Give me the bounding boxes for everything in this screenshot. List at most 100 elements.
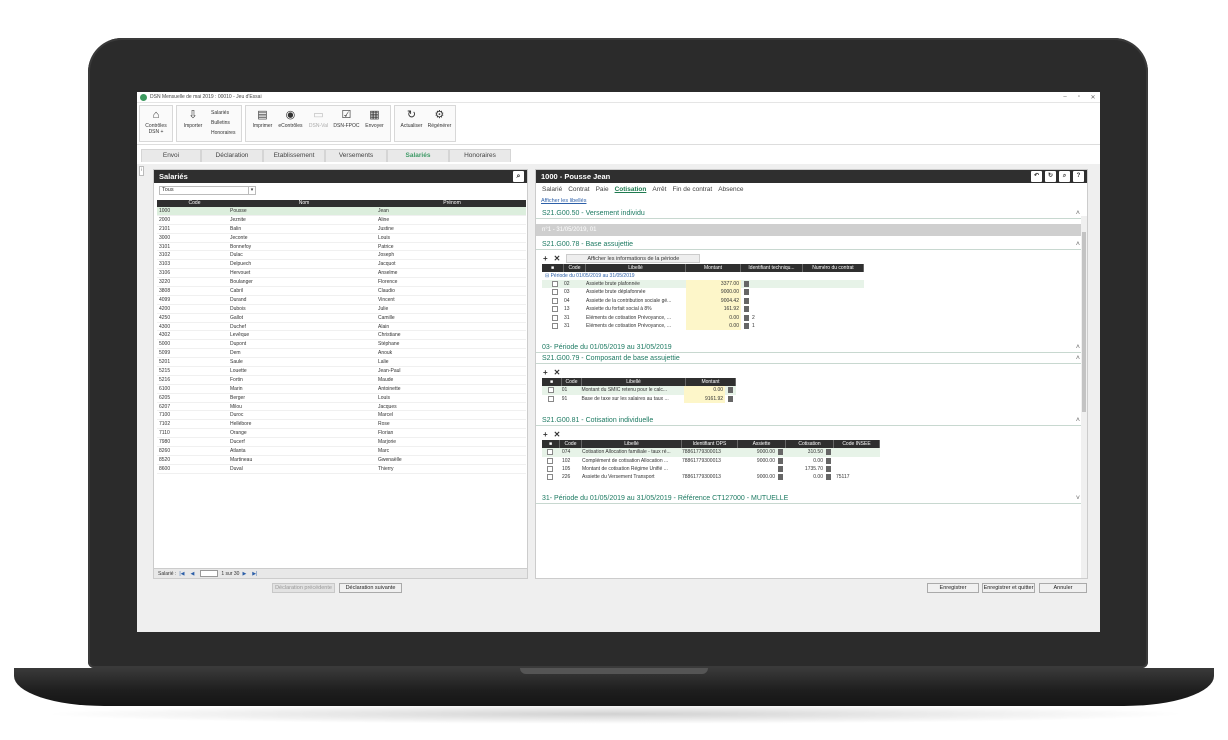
row-checkbox[interactable] xyxy=(552,289,558,296)
cancel-button[interactable]: Annuler xyxy=(1039,583,1087,593)
chevron-up-icon[interactable]: ˄ xyxy=(1076,208,1080,219)
table-row[interactable]: 31 Eléments de cotisation Prévoyance, ...… xyxy=(542,321,864,331)
side-toggle[interactable]: ⁝ xyxy=(139,166,144,176)
table-row[interactable]: 8260 Atlanta Marc xyxy=(157,447,526,456)
table-row[interactable]: 3103 Delpuech Jacquot xyxy=(157,260,526,270)
previous-declaration-button[interactable]: Déclaration précédente xyxy=(272,583,335,593)
tab-envoi[interactable]: Envoi xyxy=(141,149,201,162)
table-row[interactable]: 03 Assiette brute déplafonnée 9000.00 xyxy=(542,288,864,297)
col-prenom[interactable]: Prénom xyxy=(378,200,526,207)
row-checkbox[interactable] xyxy=(547,465,553,472)
subtab-salarie[interactable]: Salarié xyxy=(542,186,562,193)
subtab-contrat[interactable]: Contrat xyxy=(568,186,589,193)
table-row[interactable]: 074 Cotisation Allocation familiale - tau… xyxy=(542,448,880,457)
import-honoraires-item[interactable]: Honoraires xyxy=(211,128,235,138)
row-checkbox[interactable] xyxy=(552,322,558,329)
minimize-icon[interactable]: – xyxy=(1058,94,1072,101)
calculator-icon[interactable] xyxy=(728,387,733,394)
versement-selector[interactable]: n°1 - 31/05/2019, 01 xyxy=(536,224,1087,236)
table-row[interactable]: 6207 Milou Jacques xyxy=(157,403,526,412)
table-row[interactable]: 01 Montant du SMIC retenu pour le calc...… xyxy=(542,386,736,395)
employees-filter-select[interactable]: Tous ▾ xyxy=(159,186,256,195)
col-identifiant-ops[interactable]: Identifiant OPS xyxy=(682,440,738,449)
calculator-icon[interactable] xyxy=(826,449,831,456)
help-icon[interactable]: ? xyxy=(1073,171,1084,182)
dsnfpoc-button[interactable]: ☑ DSN-FPOC xyxy=(332,107,360,140)
controles-dsn-button[interactable]: ⌂ Contrôles DSN + xyxy=(142,107,170,140)
section-s79[interactable]: S21.G00.79 - Composant de base assujetti… xyxy=(536,353,1087,365)
tab-honoraires[interactable]: Honoraires xyxy=(449,149,511,162)
table-row[interactable]: 1000 Pousse Jean xyxy=(157,207,526,216)
econtroles-button[interactable]: ◉ eContrôles xyxy=(276,107,304,140)
importer-button[interactable]: ⇩ Importer xyxy=(179,107,207,140)
table-row[interactable]: 4302 Levêque Christiane xyxy=(157,331,526,341)
col-check[interactable]: ■ xyxy=(542,440,560,449)
table-row[interactable]: 4099 Durand Vincent xyxy=(157,296,526,305)
table-row[interactable]: 5099 Dem Anouk xyxy=(157,349,526,359)
prev-page-icon[interactable]: ◀ xyxy=(191,569,195,579)
table-row[interactable]: 7110 Orange Florian xyxy=(157,429,526,439)
subtab-fin-contrat[interactable]: Fin de contrat xyxy=(672,186,712,193)
table-row[interactable]: 3000 Jeconte Louis xyxy=(157,234,526,243)
calculator-icon[interactable] xyxy=(826,474,831,481)
table-row[interactable]: 7980 Ducerf Marjorie xyxy=(157,438,526,448)
detail-scrollbar[interactable] xyxy=(1081,216,1087,578)
tab-salaries[interactable]: Salariés xyxy=(387,149,449,162)
calculator-icon[interactable] xyxy=(744,289,749,296)
row-checkbox[interactable] xyxy=(547,474,553,481)
tab-declaration[interactable]: Déclaration xyxy=(201,149,263,162)
calculator-icon[interactable] xyxy=(826,457,831,464)
table-row[interactable]: 3102 Dulac Joseph xyxy=(157,251,526,261)
col-libelle[interactable]: Libellé xyxy=(586,264,686,272)
col-cotisation[interactable]: Cotisation xyxy=(786,440,834,449)
table-row[interactable]: 5000 Dupont Stéphane xyxy=(157,340,526,350)
first-page-icon[interactable]: |◀ xyxy=(179,569,184,579)
next-declaration-button[interactable]: Déclaration suivante xyxy=(339,583,402,593)
col-montant[interactable]: Montant xyxy=(686,264,741,272)
table-row[interactable]: 7102 Hellébore Rose xyxy=(157,420,526,430)
table-row[interactable]: 6100 Marin Antoinette xyxy=(157,385,526,394)
col-libelle[interactable]: Libellé xyxy=(582,440,682,449)
col-nom[interactable]: Nom xyxy=(230,200,378,207)
row-checkbox[interactable] xyxy=(548,395,554,402)
calculator-icon[interactable] xyxy=(778,465,783,472)
row-checkbox[interactable] xyxy=(547,449,553,456)
show-labels-link[interactable]: Afficher les libellés xyxy=(536,195,1087,208)
col-numero-contrat[interactable]: Numéro du contrat xyxy=(803,264,864,272)
col-check[interactable]: ■ xyxy=(542,378,562,387)
row-checkbox[interactable] xyxy=(552,297,558,304)
next-page-icon[interactable]: ▶ xyxy=(242,569,246,579)
search-icon[interactable]: ⌕ xyxy=(513,171,524,182)
delete-icon[interactable]: ✕ xyxy=(554,368,561,377)
col-code[interactable]: Code xyxy=(564,264,586,272)
row-checkbox[interactable] xyxy=(552,314,558,321)
add-icon[interactable]: + xyxy=(543,430,548,439)
table-row[interactable]: 02 Assiette brute plafonnée 3377.00 xyxy=(542,280,864,289)
table-row[interactable]: 4300 Duchef Alain xyxy=(157,323,526,332)
table-row[interactable]: 3106 Hervouet Anselme xyxy=(157,269,526,279)
maximize-icon[interactable]: ▫ xyxy=(1072,94,1086,101)
col-code[interactable]: Code xyxy=(560,440,582,449)
section-s03[interactable]: 03- Période du 01/05/2019 au 31/05/2019 … xyxy=(536,342,1087,354)
col-code-insee[interactable]: Code INSEE xyxy=(834,440,880,449)
save-quit-button[interactable]: Enregistrer et quitter xyxy=(982,583,1035,593)
table-row[interactable]: 31 Eléments de cotisation Prévoyance, ...… xyxy=(542,313,864,322)
table-row[interactable]: 5201 Saule Lalie xyxy=(157,358,526,368)
section-s50[interactable]: S21.G00.50 - Versement individu ˄ xyxy=(536,208,1087,219)
col-code[interactable]: Code xyxy=(157,200,230,207)
last-page-icon[interactable]: ▶| xyxy=(252,569,257,579)
delete-icon[interactable]: ✕ xyxy=(554,254,561,263)
envoyer-button[interactable]: ▦ Envoyer xyxy=(360,107,388,140)
regenerer-button[interactable]: ⚙ Régénérer xyxy=(425,107,453,140)
actualiser-button[interactable]: ↻ Actualiser xyxy=(397,107,425,140)
table-row[interactable]: 2000 Jeznite Aline xyxy=(157,216,526,225)
tab-versements[interactable]: Versements xyxy=(325,149,387,162)
table-row[interactable]: 6205 Berger Louis xyxy=(157,394,526,403)
calculator-icon[interactable] xyxy=(744,297,749,304)
scrollbar-thumb[interactable] xyxy=(1082,232,1086,412)
section-s31[interactable]: 31- Période du 01/05/2019 au 31/05/2019 … xyxy=(536,493,1087,504)
row-checkbox[interactable] xyxy=(547,457,553,464)
search-icon[interactable]: ⌕ xyxy=(1059,171,1070,182)
chevron-up-icon[interactable]: ˄ xyxy=(1076,415,1080,426)
subtab-absence[interactable]: Absence xyxy=(718,186,743,193)
